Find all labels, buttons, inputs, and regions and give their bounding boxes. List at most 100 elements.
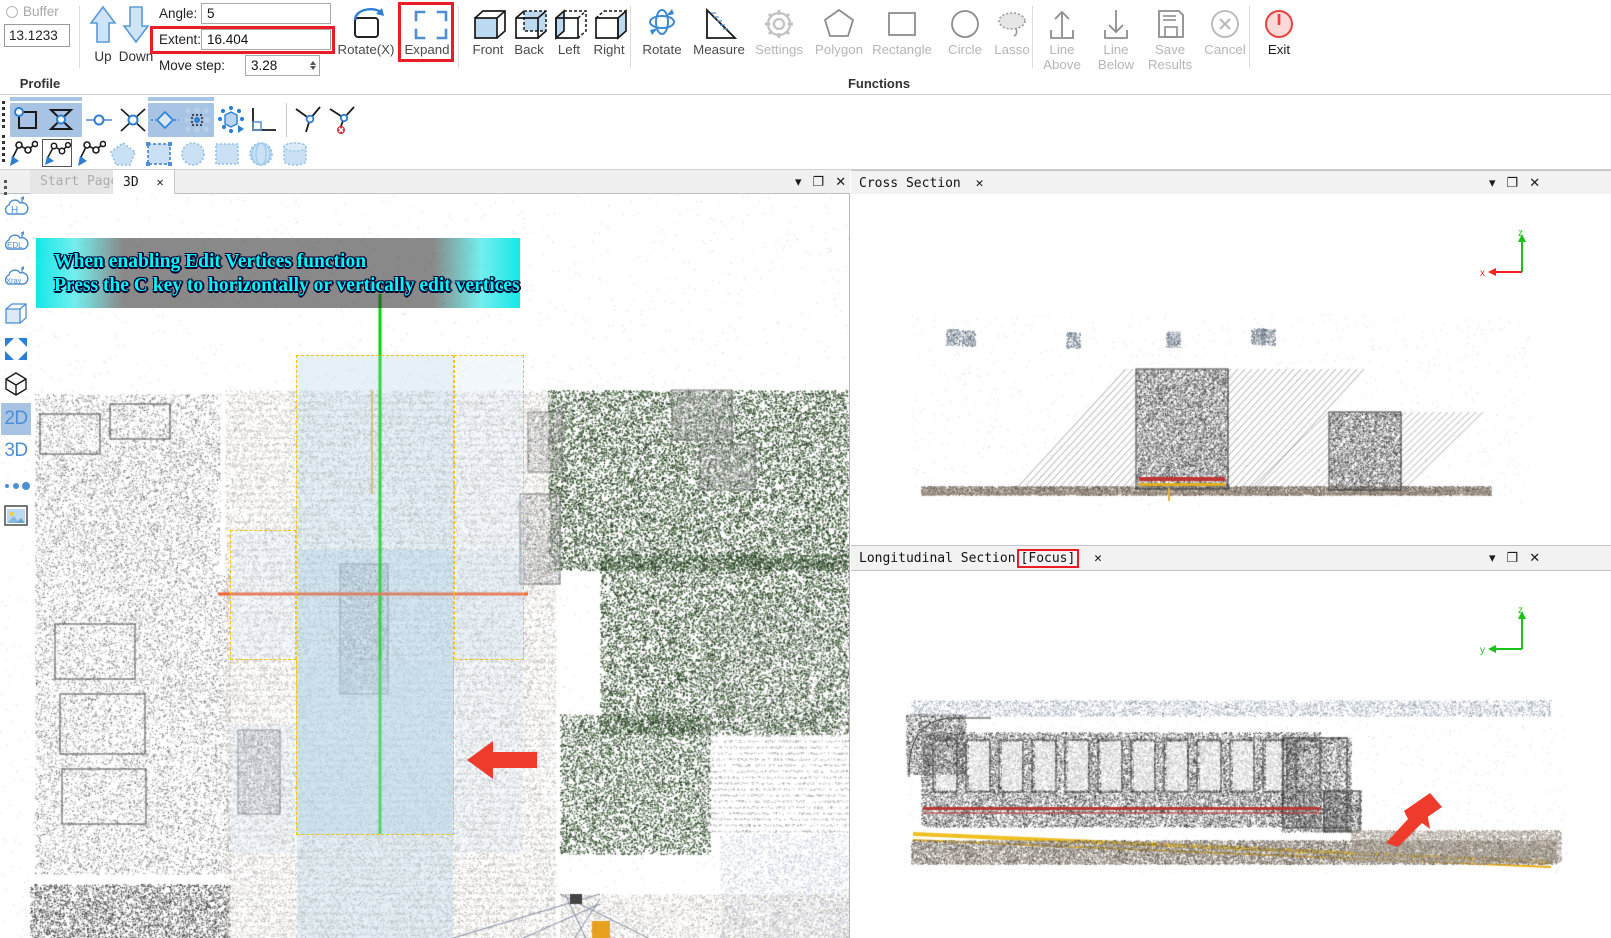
longitudinal-section-title: Longitudinal Section [Focus] ✕ [859,546,1102,572]
selection-box-lower-left[interactable] [296,660,454,835]
viewport-3d-close-icon[interactable]: ✕ [835,174,846,190]
polygon-button[interactable]: Polygon [810,2,868,72]
shape-polygon-button[interactable] [108,139,138,169]
shape-cylinder-button[interactable] [280,139,310,169]
svg-text:H: H [11,205,18,216]
polyline-edit-boxed-button[interactable] [42,139,72,169]
sidebar-item-height-colour[interactable]: H [1,193,31,225]
toolbar-grip[interactable] [2,135,6,165]
angle-input[interactable]: 5 [201,3,331,24]
shape-circle-button[interactable] [178,139,208,169]
extent-input[interactable]: 16.404 [201,29,331,50]
longitudinal-section-dropdown-icon[interactable]: ▾ [1489,550,1496,566]
cross-section-header: Cross Section ✕ ▾ ❐ ✕ [851,170,1611,196]
sidebar-item-edl-shading[interactable]: EDL [1,228,31,260]
sidebar-item-screenshot[interactable] [1,500,31,532]
corner-snap-button[interactable] [248,105,278,135]
tab-3d[interactable]: 3D ✕ [113,170,175,194]
select-points-button[interactable] [182,105,212,135]
cross-node-icon [120,108,146,132]
tab-start-page-label: Start Page [40,174,119,189]
cross-section-dropdown-icon[interactable]: ▾ [1489,175,1496,191]
vertex-bowtie-icon [48,109,74,130]
longitudinal-section-window-controls: ▾ ❐ ✕ [1489,546,1540,570]
toolbar-accent-bar [10,97,82,101]
shape-sphere-icon [249,142,273,166]
rotate-x-button[interactable]: Rotate(X) [338,2,394,72]
expand-icon [398,4,456,44]
rotate-button[interactable]: Rotate [633,2,691,72]
sidebar-item-xray-view[interactable]: Xray [1,263,31,295]
edit-vertices-rect-button[interactable] [12,105,42,135]
measure-button[interactable]: Measure [690,2,748,72]
sphere-select-button[interactable] [216,105,246,135]
select-points-icon [184,107,210,133]
sidebar-item-bounding-box[interactable] [1,298,31,330]
settings-button[interactable]: Settings [750,2,808,72]
move-down-button[interactable]: Down [113,2,159,70]
shape-sphere-button[interactable] [246,139,276,169]
sphere-select-icon [217,105,245,134]
cloud-edl-icon: EDL [4,231,29,250]
save-results-button[interactable]: Save Results [1141,2,1199,72]
add-vertex-button[interactable] [292,105,322,135]
polygon-label: Polygon [814,42,864,57]
functions-group-label: Functions [847,76,911,91]
selection-box-left[interactable] [230,530,296,660]
sidebar-item-perspective[interactable] [1,368,31,400]
cross-section-close-icon[interactable]: ✕ [976,176,984,191]
expand-button[interactable]: Expand [398,2,456,72]
pointer-arrow-3d [467,741,537,779]
selection-box-right[interactable] [454,355,524,660]
sidebar-item-fit-view[interactable] [1,333,31,365]
rotate-icon [633,4,691,44]
extent-label: Extent: [159,32,202,47]
axis-gizmo-longitudinal-section: z y [1480,605,1526,656]
buffer-radio-row[interactable]: Buffer [6,4,59,19]
tab-3d-close-icon[interactable]: ✕ [156,175,163,189]
sidebar-item-view-2d[interactable]: 2D [1,403,31,435]
cross-section-close-window-icon[interactable]: ✕ [1529,175,1540,191]
settings-label: Settings [754,42,804,57]
move-vertex-button[interactable] [150,105,180,135]
viewport-3d-restore-icon[interactable]: ❐ [813,174,825,190]
shape-cylinder-icon [283,142,307,166]
polyline-cut-button[interactable] [76,139,107,169]
longitudinal-section-close-window-icon[interactable]: ✕ [1529,550,1540,566]
polyline-edit-button[interactable] [8,139,39,169]
sidebar-item-point-size[interactable] [1,470,31,502]
shape-square-icon [215,143,239,165]
polygon-icon [810,4,868,44]
cross-node-button[interactable] [118,105,148,135]
arrow-up-line-icon [1033,4,1091,44]
edit-vertices-bowtie-button[interactable] [46,105,76,135]
sidebar-item-view-3d[interactable]: 3D [1,435,31,467]
rectangle-button[interactable]: Rectangle [872,2,932,72]
tab-3d-label: 3D [123,175,139,190]
gear-icon [750,4,808,44]
corner-snap-icon [252,108,276,131]
exit-label: Exit [1267,42,1291,57]
shape-square-dashed-button[interactable] [144,139,174,169]
rotate-x-label: Rotate(X) [337,42,395,57]
extent-field-row: Extent: 16.404 [159,29,331,50]
arrow-down-line-icon [1087,4,1145,44]
move-step-input[interactable]: 3.28 [245,55,307,76]
move-step-spinner[interactable] [307,55,320,76]
cloud-h-icon: H [4,196,29,216]
delete-vertex-button[interactable] [326,105,356,135]
viewport-3d-dropdown-icon[interactable]: ▾ [795,174,802,190]
buffer-value-input[interactable]: 13.1233 [4,24,70,47]
longitudinal-section-close-icon[interactable]: ✕ [1094,551,1102,566]
rectangle-label: Rectangle [872,42,932,57]
exit-button[interactable]: Exit [1250,2,1308,72]
toolbar-accent-bar [148,97,214,101]
pointer-arrow-longitudinal [1386,793,1442,847]
toolbar-grip[interactable] [2,101,6,131]
buffer-radio[interactable] [6,5,18,18]
cancel-button[interactable]: Cancel [1196,2,1254,72]
longitudinal-section-restore-icon[interactable]: ❐ [1507,550,1519,566]
shape-square-button[interactable] [212,139,242,169]
segment-node-button[interactable] [84,105,114,135]
cross-section-restore-icon[interactable]: ❐ [1507,175,1519,191]
